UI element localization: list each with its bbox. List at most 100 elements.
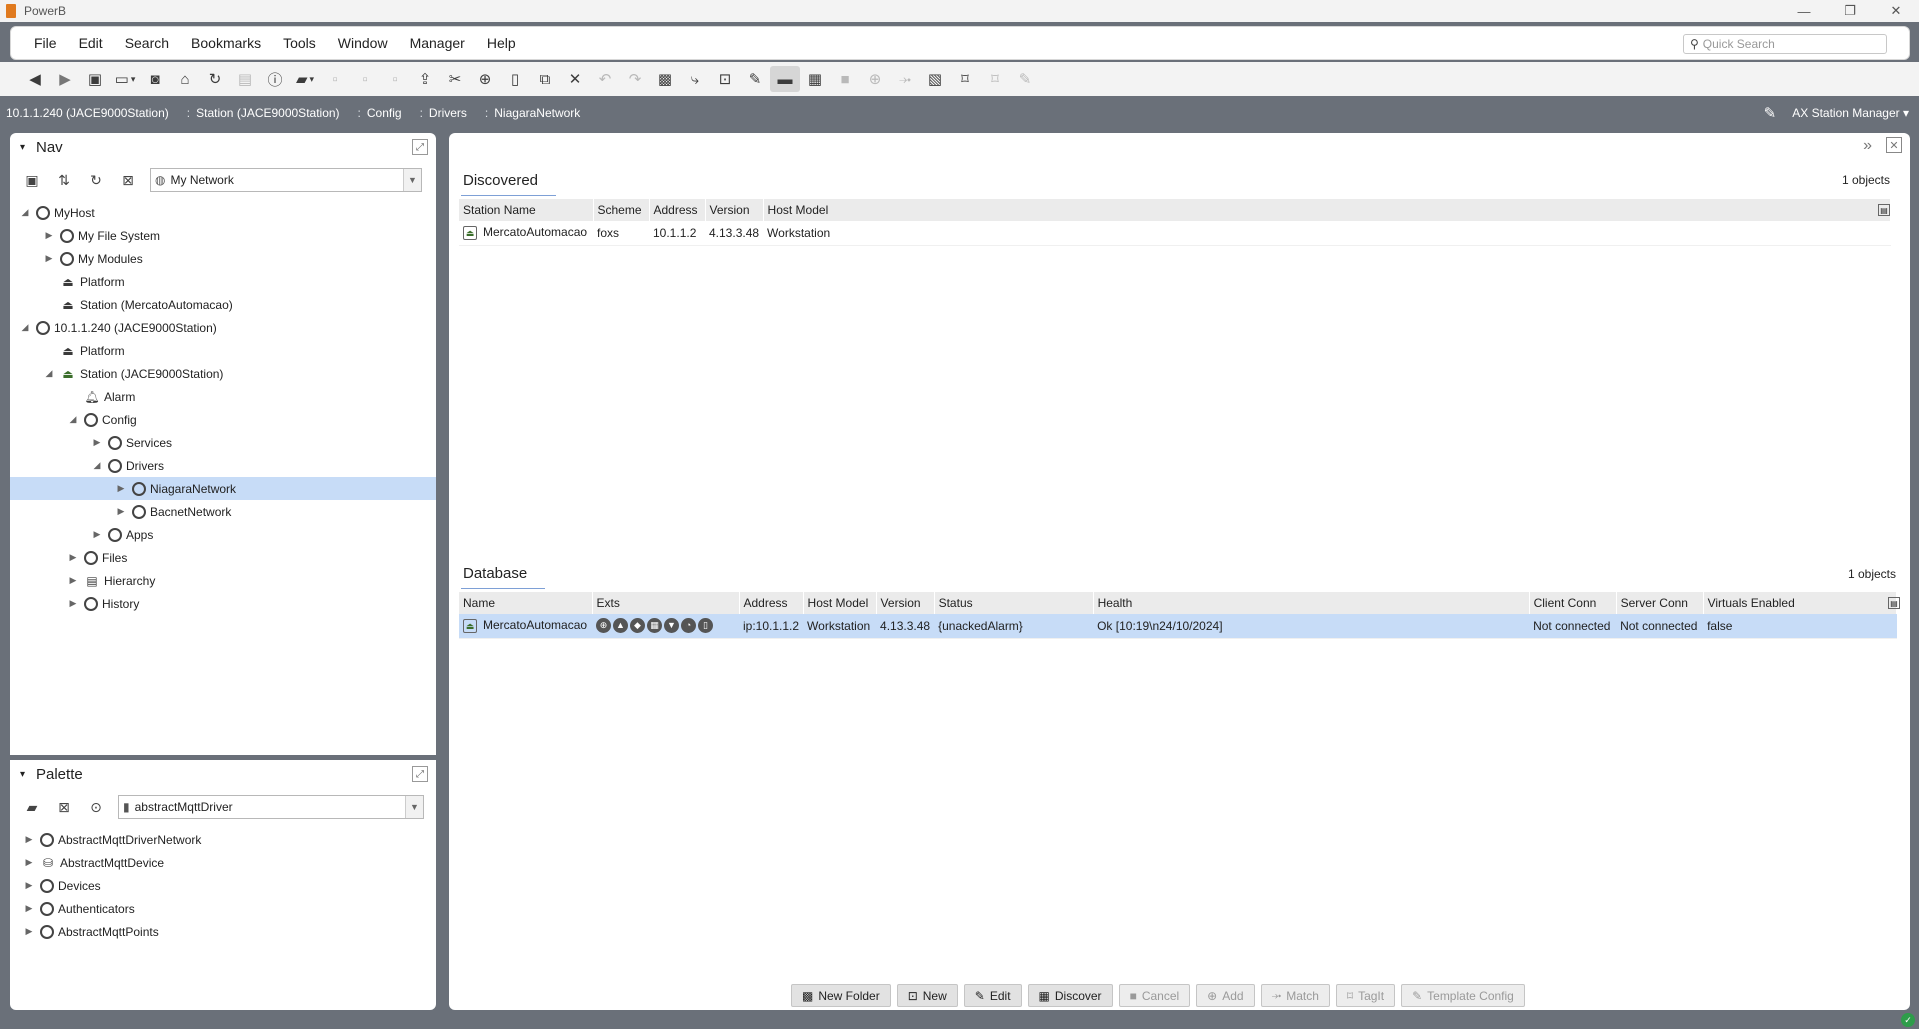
building-icon[interactable]: ▦ [800, 66, 830, 92]
chevron-down-icon[interactable]: ▼ [405, 796, 423, 818]
maximize-panel-icon[interactable]: ⤢ [412, 766, 428, 782]
tag-icon[interactable]: ⌑ [950, 66, 980, 92]
double-chevron-right-icon[interactable]: » [1863, 137, 1872, 155]
collapsed-twisty-icon[interactable]: ▶ [66, 575, 80, 586]
match-icon[interactable]: ⤞ [890, 66, 920, 92]
tree-node-myhost[interactable]: ◢ MyHost [10, 201, 436, 224]
maximize-panel-icon[interactable]: ⤢ [412, 139, 428, 155]
tree-node-alarm[interactable]: 🔔︎ Alarm [10, 385, 436, 408]
view-selector[interactable]: AX Station Manager ▾ [1792, 106, 1909, 120]
pen-icon[interactable]: ✎ [1764, 104, 1777, 122]
collapsed-twisty-icon[interactable]: ▶ [22, 880, 36, 891]
palette-item[interactable]: ▶ Authenticators [10, 897, 436, 920]
menu-help[interactable]: Help [476, 35, 527, 51]
up-level-icon[interactable]: ▣ [80, 66, 110, 92]
new-file-icon[interactable]: ⊡ [710, 66, 740, 92]
new-folder-button[interactable]: ▩ New Folder [791, 984, 891, 1007]
side-bars-icon[interactable]: ▭ [110, 66, 140, 92]
column-header[interactable]: Version [705, 199, 764, 221]
menu-file[interactable]: File [23, 35, 68, 51]
tree-node-station-mercato[interactable]: ⏏ Station (MercatoAutomacao) [10, 293, 436, 316]
tree-node-station-jace[interactable]: ◢ ⏏ Station (JACE9000Station) [10, 362, 436, 385]
collapsed-twisty-icon[interactable]: ▶ [114, 483, 128, 494]
refresh-icon[interactable]: ↻ [200, 66, 230, 92]
info-icon[interactable]: ⓘ [260, 66, 290, 92]
breadcrumb-drivers[interactable]: Drivers [423, 106, 479, 120]
collapsed-twisty-icon[interactable]: ▶ [22, 857, 36, 868]
collapsed-twisty-icon[interactable]: ▶ [90, 529, 104, 540]
tree-node-services[interactable]: ▶ Services [10, 431, 436, 454]
new-button[interactable]: ⊡ New [896, 984, 958, 1007]
new-folder-icon[interactable]: ▩ [650, 66, 680, 92]
column-header[interactable]: Client Conn [1529, 592, 1617, 614]
duplicate-icon[interactable]: ⧉ [530, 66, 560, 92]
column-header[interactable]: Address [739, 592, 804, 614]
add-button[interactable]: ⊕ Add [1196, 984, 1255, 1007]
tree-node-files[interactable]: ▶ Files [10, 546, 436, 569]
spy-icon[interactable]: ▤ [230, 66, 260, 92]
open-palette-icon[interactable]: ▰ [18, 794, 46, 820]
tree-node-my-modules[interactable]: ▶ My Modules [10, 247, 436, 270]
column-header[interactable]: Scheme [593, 199, 650, 221]
open-folder-icon[interactable]: ▰ [290, 66, 320, 92]
close-tree-icon[interactable]: ⊠ [114, 167, 142, 193]
collapsed-twisty-icon[interactable]: ▶ [90, 437, 104, 448]
table-row[interactable]: ⏏ MercatoAutomacao ⊕ ▲ ◆ ▦ ▼ ◔ ▯ ip:10.1.1.2 Wo… [459, 614, 1897, 639]
column-header[interactable]: Virtuals Enabled [1703, 592, 1898, 614]
column-header[interactable]: Address [649, 199, 706, 221]
palette-item[interactable]: ▶ AbstractMqttDriverNetwork [10, 828, 436, 851]
tree-node-history[interactable]: ▶ History [10, 592, 436, 615]
tree-node-niagara-network[interactable]: ▶ NiagaraNetwork [10, 477, 436, 500]
palette-item[interactable]: ▶ Devices [10, 874, 436, 897]
save-icon[interactable]: ▫ [320, 66, 350, 92]
collapsed-twisty-icon[interactable]: ▶ [22, 903, 36, 914]
copy-icon[interactable]: ⊕ [470, 66, 500, 92]
nav-tab[interactable]: Nav [36, 133, 63, 164]
ext-sys-icon[interactable]: ◔ [681, 618, 696, 634]
collapse-caret-icon[interactable]: ▾ [20, 142, 25, 153]
stop-icon[interactable]: ■ [830, 66, 860, 92]
menu-search[interactable]: Search [114, 35, 180, 51]
expanded-twisty-icon[interactable]: ◢ [42, 368, 56, 379]
column-chooser-icon[interactable]: ▤ [1888, 597, 1900, 609]
discover-button[interactable]: ▦ Discover [1027, 984, 1113, 1007]
ext-bell-icon[interactable]: ◆ [630, 618, 645, 634]
tree-node-drivers[interactable]: ◢ Drivers [10, 454, 436, 477]
quick-search-input[interactable] [1702, 37, 1873, 51]
forward-arrow-icon[interactable]: ▶ [50, 66, 80, 92]
undo-icon[interactable]: ↶ [590, 66, 620, 92]
match-button[interactable]: ⤞ Match [1260, 984, 1330, 1007]
close-palette-icon[interactable]: ⊠ [50, 794, 78, 820]
tree-node-platform[interactable]: ⏏ Platform [10, 270, 436, 293]
palette-tab[interactable]: Palette [36, 760, 83, 791]
palette-selector[interactable]: ▮ abstractMqttDriver ▼ [118, 795, 424, 819]
breadcrumb-config[interactable]: Config [361, 106, 414, 120]
breadcrumb-station[interactable]: Station (JACE9000Station) [190, 106, 351, 120]
redo-icon[interactable]: ↷ [620, 66, 650, 92]
add-circle-icon[interactable]: ⊕ [860, 66, 890, 92]
minimize-button[interactable]: — [1781, 0, 1827, 22]
column-header[interactable]: Server Conn [1616, 592, 1704, 614]
back-arrow-icon[interactable]: ◀ [20, 66, 50, 92]
column-header[interactable]: Version [876, 592, 935, 614]
tree-node-apps[interactable]: ▶ Apps [10, 523, 436, 546]
close-window-button[interactable]: ✕ [1873, 0, 1919, 22]
expanded-twisty-icon[interactable]: ◢ [18, 322, 32, 333]
save-all-icon[interactable]: ▫ [350, 66, 380, 92]
link-icon[interactable]: ⤷ [680, 66, 710, 92]
edit-button[interactable]: ✎ Edit [963, 984, 1022, 1007]
expanded-twisty-icon[interactable]: ◢ [90, 460, 104, 471]
collapsed-twisty-icon[interactable]: ▶ [66, 552, 80, 563]
tree-node-config[interactable]: ◢ Config [10, 408, 436, 431]
tree-node-jace-host[interactable]: ◢ 10.1.1.240 (JACE9000Station) [10, 316, 436, 339]
menu-bookmarks[interactable]: Bookmarks [180, 35, 272, 51]
nav-root-selector[interactable]: ◍ My Network ▼ [150, 168, 422, 192]
breadcrumb-host[interactable]: 10.1.1.240 (JACE9000Station) [0, 106, 181, 120]
template-icon[interactable]: ▧ [920, 66, 950, 92]
collapsed-twisty-icon[interactable]: ▶ [114, 506, 128, 517]
template-config-button[interactable]: ✎ Template Config [1401, 984, 1525, 1007]
ext-file-icon[interactable]: ▯ [698, 618, 713, 634]
menu-window[interactable]: Window [327, 35, 399, 51]
ext-alarm-icon[interactable]: ▲ [613, 618, 628, 634]
menu-tools[interactable]: Tools [272, 35, 327, 51]
